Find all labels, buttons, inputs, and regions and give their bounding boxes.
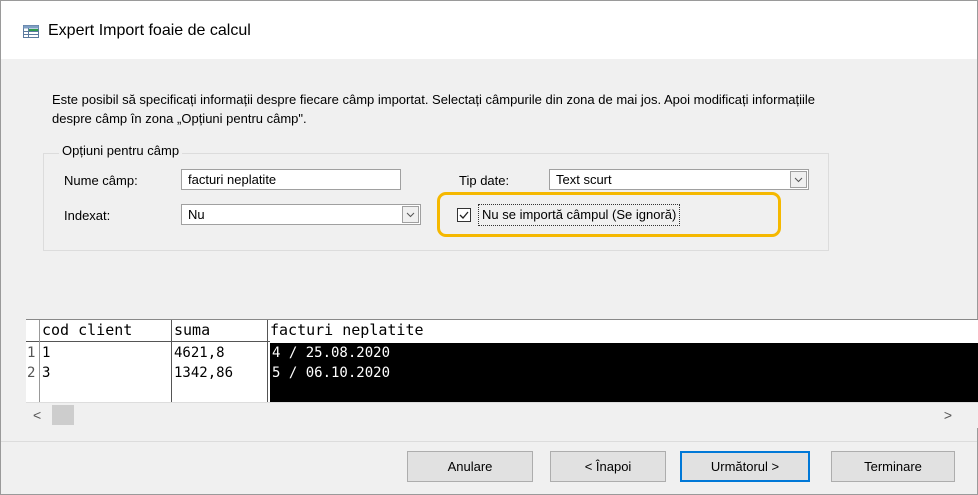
finish-button[interactable]: Terminare	[831, 451, 955, 482]
data-type-value: Text scurt	[556, 172, 612, 187]
cancel-button[interactable]: Anulare	[407, 451, 533, 482]
indexed-value: Nu	[188, 207, 205, 222]
column-header-suma[interactable]: suma	[174, 320, 210, 341]
horizontal-scrollbar[interactable]: < >	[26, 402, 978, 428]
data-type-combo[interactable]: Text scurt	[549, 169, 809, 190]
table-cell: 1342,86	[174, 365, 234, 381]
table-cell: 1	[42, 345, 51, 361]
table-cell: 4621,8	[174, 345, 225, 361]
field-name-input[interactable]: facturi neplatite	[181, 169, 401, 190]
field-options-group-label: Opțiuni pentru câmp	[59, 143, 183, 158]
data-type-dropdown-button[interactable]	[790, 171, 807, 188]
header-divider	[26, 341, 270, 342]
scroll-thumb[interactable]	[52, 405, 74, 425]
chevron-down-icon	[794, 177, 803, 183]
column-header-cod-client[interactable]: cod client	[42, 320, 132, 341]
column-divider	[267, 320, 268, 403]
scroll-left-arrow[interactable]: <	[33, 407, 41, 423]
data-type-label: Tip date:	[459, 173, 510, 188]
chevron-down-icon	[406, 212, 415, 218]
field-name-value: facturi neplatite	[188, 172, 277, 187]
back-button[interactable]: < Înapoi	[550, 451, 666, 482]
row-number: 1	[27, 345, 36, 361]
column-divider	[171, 320, 172, 403]
row-number: 2	[27, 365, 36, 381]
instructions-line-1: Este posibil să specificați informații d…	[52, 92, 816, 107]
indexed-combo[interactable]: Nu	[181, 204, 421, 225]
scroll-right-arrow[interactable]: >	[944, 407, 952, 423]
footer-separator	[1, 441, 977, 442]
field-name-label: Nume câmp:	[64, 173, 138, 188]
table-cell: 3	[42, 365, 51, 381]
instructions-text: Este posibil să specificați informații d…	[52, 90, 977, 128]
table-cell: 5 / 06.10.2020	[272, 365, 391, 381]
title-bar: Expert Import foaie de calcul	[1, 1, 977, 59]
data-preview-grid[interactable]: cod client suma facturi neplatite 1 1 46…	[26, 319, 978, 403]
indexed-label: Indexat:	[64, 208, 111, 223]
table-cell: 4 / 25.08.2020	[272, 345, 391, 361]
instructions-line-2: despre câmp în zona „Opțiuni pentru câmp…	[52, 111, 307, 126]
highlight-outline	[437, 192, 781, 237]
import-wizard-window: Expert Import foaie de calcul Este posib…	[0, 0, 978, 495]
row-number-divider	[39, 320, 40, 403]
indexed-dropdown-button[interactable]	[402, 206, 419, 223]
next-button[interactable]: Următorul >	[680, 451, 810, 482]
column-header-facturi-neplatite[interactable]: facturi neplatite	[270, 320, 424, 341]
window-title: Expert Import foaie de calcul	[48, 22, 251, 39]
spreadsheet-icon	[23, 25, 39, 38]
